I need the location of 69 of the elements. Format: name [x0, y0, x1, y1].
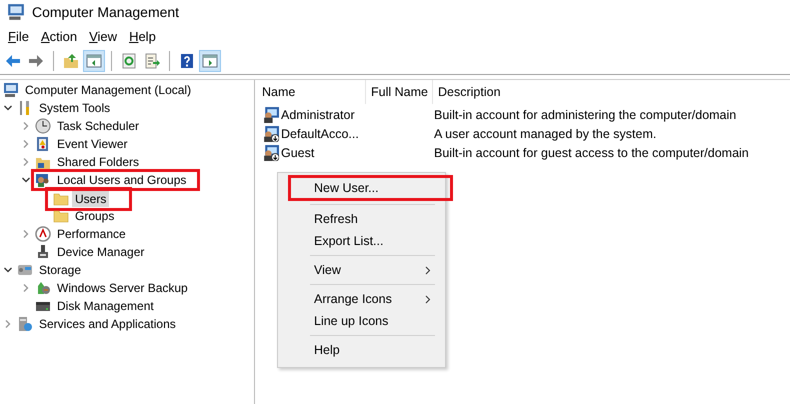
pane-toggle-icon	[202, 53, 218, 69]
clock-icon	[35, 118, 51, 134]
menu-item[interactable]: View	[83, 26, 124, 46]
toolbar-button[interactable]	[83, 50, 105, 72]
tree-item[interactable]: Device Manager	[54, 244, 148, 260]
user-name[interactable]: Guest	[281, 146, 314, 160]
export-list-icon	[144, 53, 160, 69]
folder-up-icon	[63, 53, 79, 69]
tree-item[interactable]: Services and Applications	[36, 316, 179, 332]
folder-icon	[53, 208, 69, 224]
refresh-icon	[121, 53, 137, 69]
tree-item[interactable]: Groups	[72, 208, 118, 224]
column-header[interactable]: Full Name	[366, 80, 433, 104]
chevron-right-icon[interactable]	[21, 157, 31, 167]
backup-icon	[35, 280, 51, 296]
column-header[interactable]: Description	[433, 80, 501, 104]
computer-icon	[7, 3, 25, 21]
help-icon	[179, 53, 195, 69]
tree-item[interactable]: Windows Server Backup	[54, 280, 191, 296]
user-description: Built-in account for guest access to the computer/domain	[433, 146, 749, 160]
tree-item[interactable]: Shared Folders	[54, 154, 142, 170]
forward-arrow-icon	[28, 53, 44, 69]
context-menu-item[interactable]: Line up Icons	[280, 310, 443, 332]
context-menu-item[interactable]: Export List...	[280, 230, 443, 252]
user-icon	[262, 106, 279, 123]
device-icon	[35, 244, 51, 260]
context-menu-item[interactable]: New User...	[288, 175, 453, 201]
tree-item[interactable]: Performance	[54, 226, 129, 242]
tree-item[interactable]: Event Viewer	[54, 136, 130, 152]
services-icon	[17, 316, 33, 332]
tree-item[interactable]: Users	[72, 191, 110, 207]
context-menu-item[interactable]: Help	[280, 339, 443, 361]
user-down-arrow-icon	[262, 144, 279, 161]
tree-item[interactable]: Computer Management (Local)	[22, 82, 194, 98]
menu-item[interactable]: File	[2, 26, 35, 46]
storage-icon	[17, 262, 33, 278]
chevron-down-icon[interactable]	[3, 265, 13, 275]
chevron-right-icon[interactable]	[21, 229, 31, 239]
column-header[interactable]: Name	[257, 80, 366, 104]
chevron-down-icon[interactable]	[21, 175, 31, 185]
menu-item[interactable]: Help	[123, 26, 162, 46]
user-description: A user account managed by the system.	[433, 126, 656, 140]
user-name[interactable]: Administrator	[281, 108, 355, 122]
chevron-down-icon[interactable]	[3, 103, 13, 113]
pane-toggle-icon	[86, 53, 102, 69]
context-menu-item[interactable]: Refresh	[280, 208, 443, 230]
window-title: Computer Management	[32, 4, 180, 20]
computer-icon	[3, 82, 19, 98]
chevron-right-icon[interactable]	[21, 283, 31, 293]
context-menu-item[interactable]: View	[280, 259, 443, 281]
toolbar-button[interactable]	[199, 50, 221, 72]
folder-icon	[53, 191, 69, 207]
tree-item[interactable]: System Tools	[36, 100, 114, 116]
gauge-icon	[35, 226, 51, 242]
back-arrow-icon	[5, 53, 21, 69]
user-name[interactable]: DefaultAcco...	[281, 126, 359, 140]
tree-item[interactable]: Disk Management	[54, 298, 157, 314]
context-menu-item[interactable]: Arrange Icons	[280, 288, 443, 310]
tree-item[interactable]: Local Users and Groups	[54, 172, 190, 188]
users-icon	[35, 172, 51, 188]
log-book-icon	[35, 136, 51, 152]
chevron-right-icon[interactable]	[3, 319, 13, 329]
tree-item[interactable]: Storage	[36, 262, 84, 278]
user-down-arrow-icon	[262, 125, 279, 142]
menu-item[interactable]: Action	[34, 26, 84, 46]
chevron-right-icon[interactable]	[21, 139, 31, 149]
user-description: Built-in account for administering the computer/domain	[433, 108, 736, 122]
tree-item[interactable]: Task Scheduler	[54, 118, 142, 134]
chevron-right-icon[interactable]	[21, 121, 31, 131]
